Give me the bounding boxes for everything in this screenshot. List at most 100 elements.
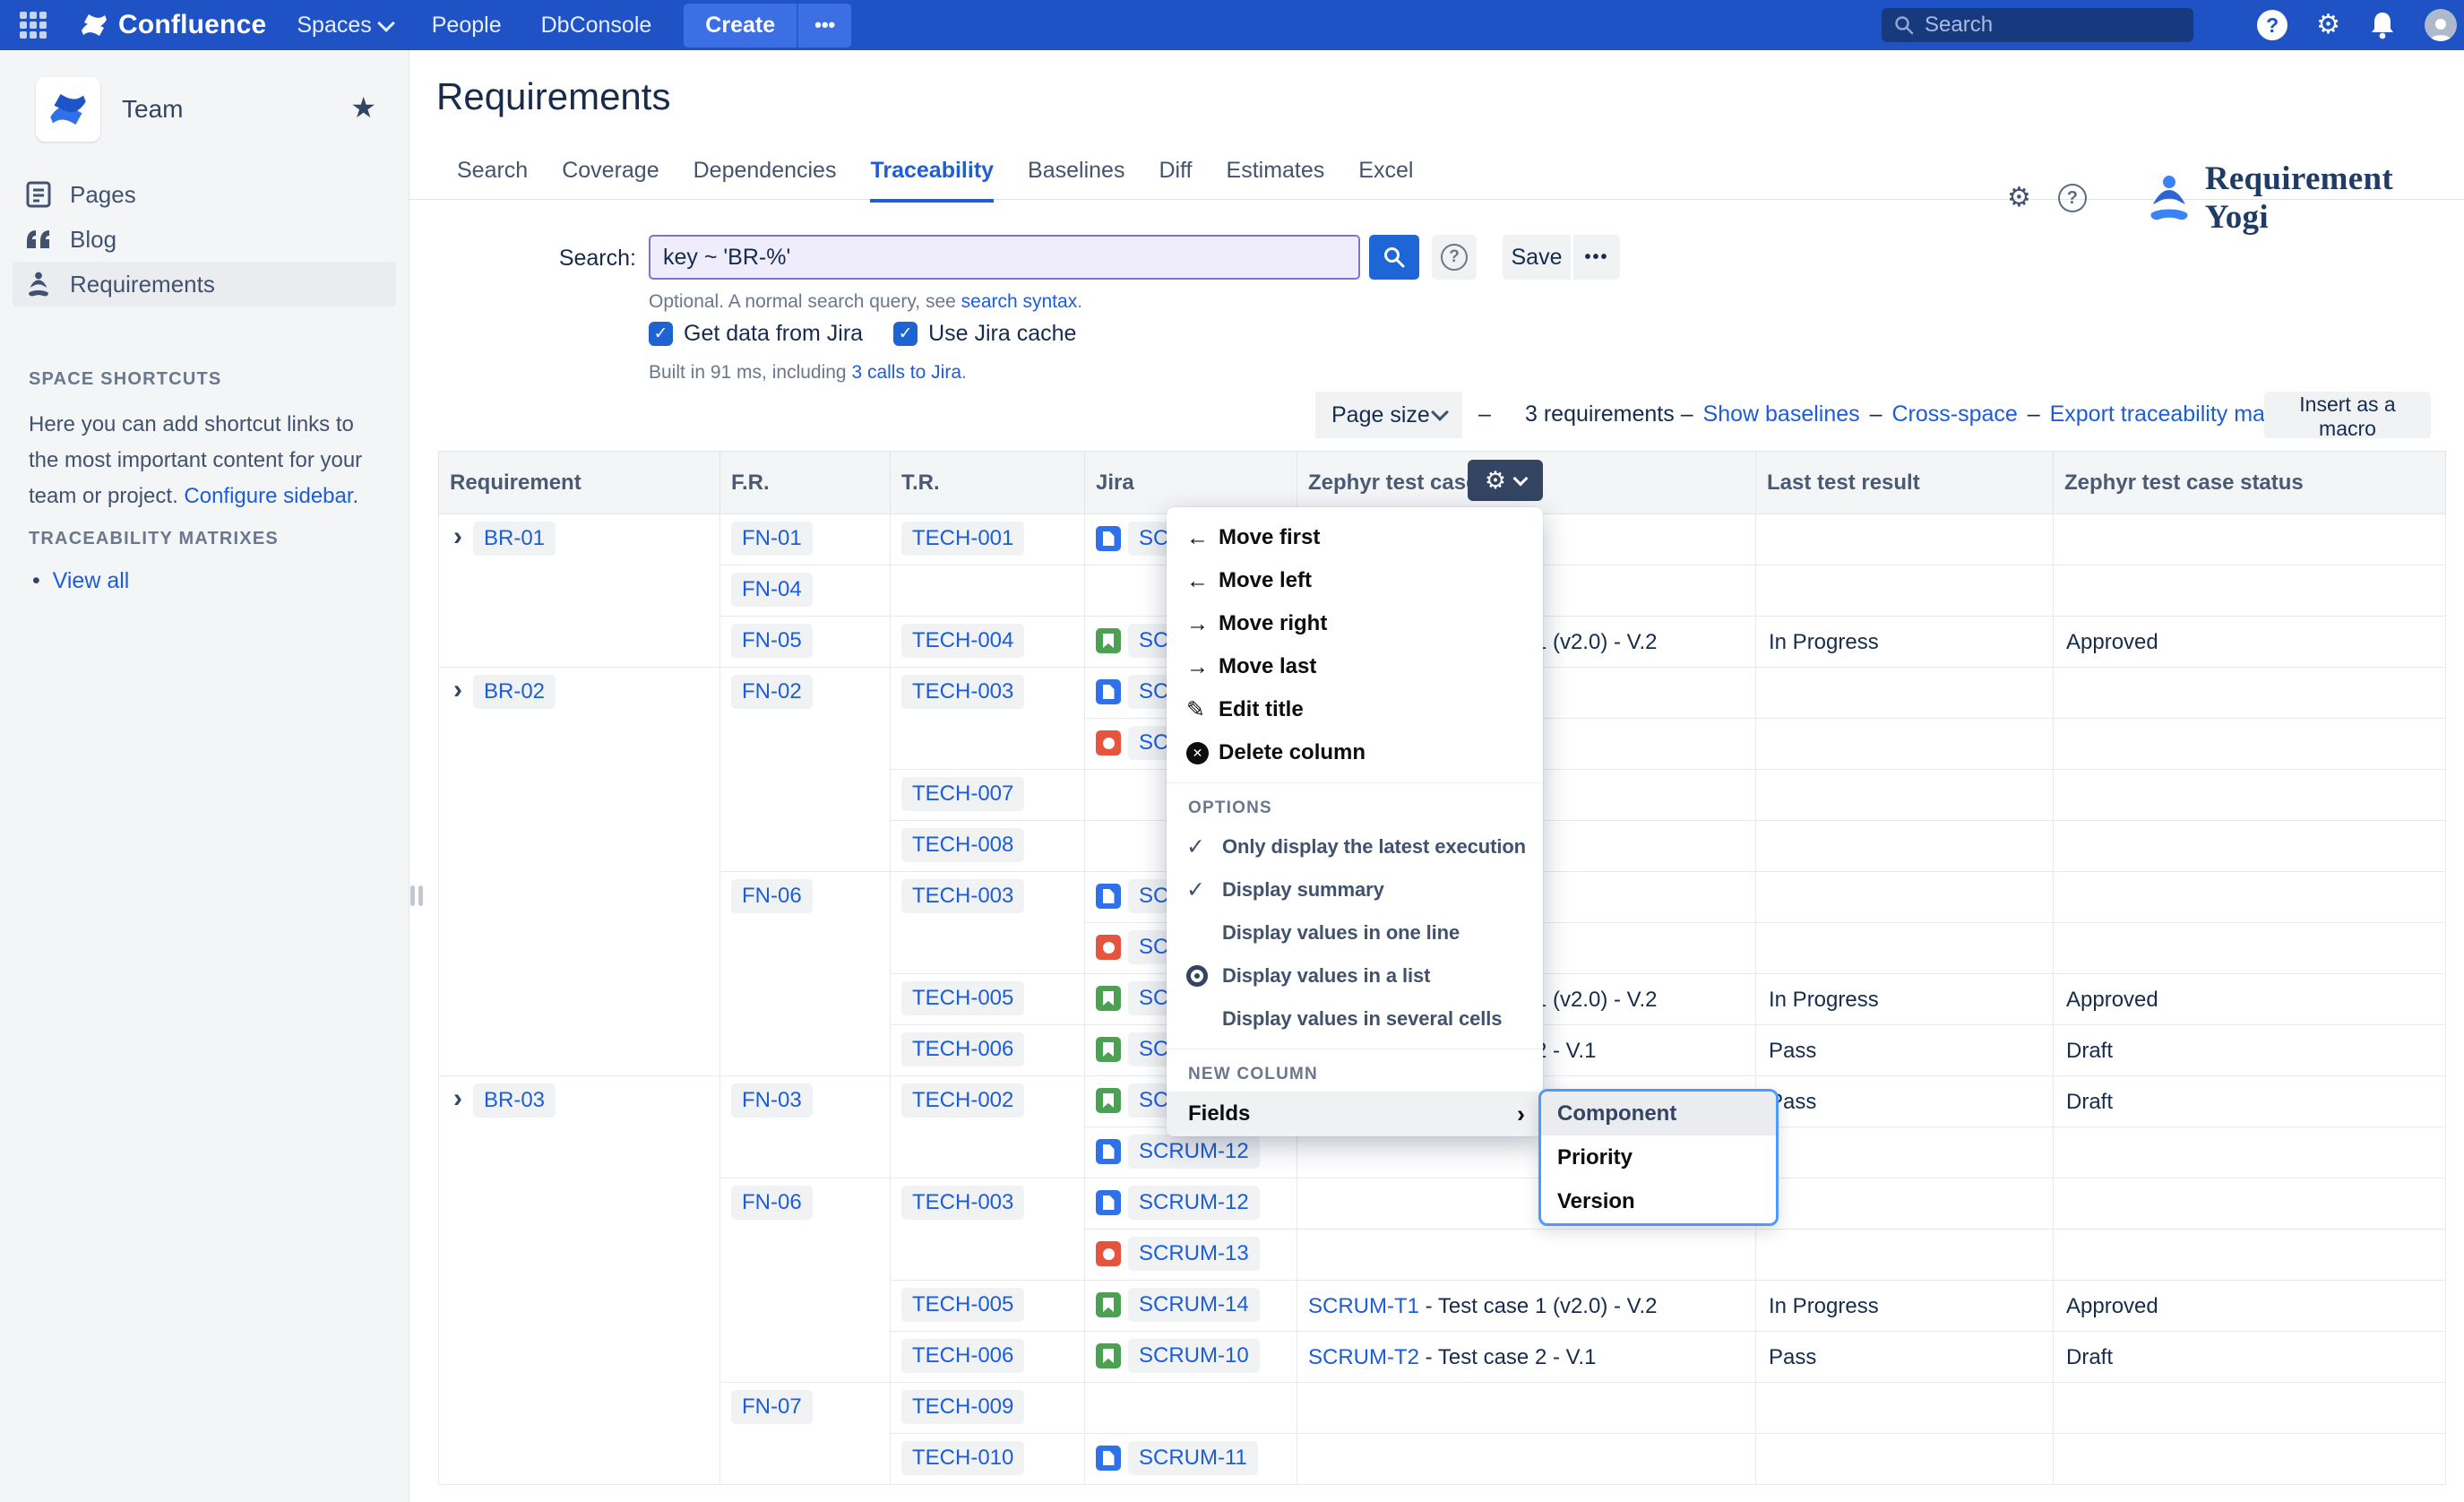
- zephyr-test-link[interactable]: SCRUM-T2: [1308, 1345, 1419, 1369]
- expand-row-icon[interactable]: ›: [453, 522, 462, 551]
- menu-option-display-summary[interactable]: ✓Display summary: [1167, 868, 1543, 911]
- help-icon[interactable]: ?: [2257, 10, 2287, 40]
- menu-item-edit-title[interactable]: ✎Edit title: [1167, 688, 1543, 731]
- functional-requirement-link[interactable]: FN-03: [731, 1083, 813, 1118]
- calls-to-jira-link[interactable]: 3 calls to Jira: [851, 362, 961, 383]
- technical-requirement-link[interactable]: TECH-003: [901, 879, 1024, 913]
- tab-search[interactable]: Search: [457, 158, 528, 203]
- expand-row-icon[interactable]: ›: [453, 676, 462, 704]
- requirement-link[interactable]: BR-03: [473, 1083, 556, 1118]
- sidebar-item-blog[interactable]: Blog: [13, 217, 396, 262]
- settings-gear-icon[interactable]: ⚙: [2007, 185, 2031, 211]
- tab-estimates[interactable]: Estimates: [1227, 158, 1325, 203]
- toolbar-link-export-traceability-matrix[interactable]: Export traceability matrix: [2050, 401, 2296, 427]
- technical-requirement-link[interactable]: TECH-002: [901, 1083, 1024, 1118]
- app-switcher-icon[interactable]: [20, 12, 47, 39]
- functional-requirement-link[interactable]: FN-06: [731, 1186, 813, 1220]
- checkbox-get-data-from-jira[interactable]: ✓Get data from Jira: [649, 321, 863, 347]
- column-menu-button[interactable]: ⚙: [1468, 460, 1543, 501]
- requirement-link[interactable]: BR-01: [473, 522, 556, 556]
- tab-traceability[interactable]: Traceability: [870, 158, 994, 203]
- insert-as-macro-button[interactable]: Insert as a macro: [2264, 392, 2431, 438]
- jira-issue-link[interactable]: SCRUM-12: [1128, 1186, 1260, 1220]
- jira-issue-link[interactable]: SCRUM-14: [1128, 1288, 1260, 1322]
- confluence-logo[interactable]: Confluence: [79, 10, 266, 40]
- requirement-yogi-logo[interactable]: Requirement Yogi: [2146, 160, 2464, 237]
- save-button[interactable]: Save: [1503, 235, 1571, 280]
- create-button[interactable]: Create: [684, 4, 797, 47]
- jira-issue-link[interactable]: SCRUM-12: [1128, 1135, 1260, 1169]
- jira-issue-link[interactable]: SCRUM-11: [1128, 1441, 1258, 1475]
- menu-item-move-right[interactable]: →Move right: [1167, 602, 1543, 645]
- technical-requirement-link[interactable]: TECH-003: [901, 1186, 1024, 1220]
- page-size-dropdown[interactable]: Page size: [1315, 392, 1462, 438]
- functional-requirement-link[interactable]: FN-02: [731, 675, 813, 709]
- more-options-button[interactable]: •••: [1573, 235, 1620, 280]
- technical-requirement-link[interactable]: TECH-001: [901, 522, 1024, 556]
- zephyr-test-link[interactable]: SCRUM-T1: [1308, 1294, 1419, 1318]
- sidebar-resize-handle[interactable]: [410, 885, 423, 906]
- technical-requirement-link[interactable]: TECH-005: [901, 1288, 1024, 1322]
- jira-issue-link[interactable]: SCRUM-10: [1128, 1339, 1260, 1373]
- tab-dependencies[interactable]: Dependencies: [694, 158, 837, 203]
- menu-item-delete-column[interactable]: ✕Delete column: [1167, 731, 1543, 774]
- user-avatar[interactable]: [2425, 9, 2457, 41]
- technical-requirement-link[interactable]: TECH-003: [901, 675, 1024, 709]
- create-more-button[interactable]: •••: [797, 4, 851, 47]
- functional-requirement-link[interactable]: FN-06: [731, 879, 813, 913]
- topbar-item-dbconsole[interactable]: DbConsole: [541, 13, 652, 39]
- toolbar-link-cross-space[interactable]: Cross-space: [1891, 401, 2017, 427]
- menu-option-only-display-the-latest-execution[interactable]: ✓Only display the latest execution: [1167, 825, 1543, 868]
- tab-baselines[interactable]: Baselines: [1028, 158, 1124, 203]
- menu-option-display-values-in-one-line[interactable]: Display values in one line: [1167, 911, 1543, 954]
- technical-requirement-link[interactable]: TECH-004: [901, 624, 1024, 658]
- checkbox-use-jira-cache[interactable]: ✓Use Jira cache: [893, 321, 1076, 347]
- global-search-input[interactable]: Search: [1882, 8, 2193, 42]
- space-logo[interactable]: [36, 77, 100, 142]
- menu-item-move-first[interactable]: ←Move first: [1167, 516, 1543, 559]
- requirements-search-input[interactable]: [649, 235, 1360, 280]
- jira-issue-link[interactable]: SCRUM-13: [1128, 1237, 1260, 1271]
- menu-item-move-last[interactable]: →Move last: [1167, 645, 1543, 688]
- technical-requirement-link[interactable]: TECH-009: [901, 1390, 1024, 1424]
- technical-requirement-link[interactable]: TECH-006: [901, 1032, 1024, 1066]
- topbar-item-people[interactable]: People: [432, 13, 502, 39]
- yogi-help-icon[interactable]: ?: [2058, 184, 2087, 212]
- menu-option-display-values-in-several-cells[interactable]: Display values in several cells: [1167, 997, 1543, 1040]
- submenu-item-priority[interactable]: Priority: [1541, 1135, 1776, 1179]
- view-all-link[interactable]: View all: [53, 568, 130, 593]
- configure-sidebar-link[interactable]: Configure sidebar: [184, 484, 352, 508]
- table-cell: Draft: [2054, 1025, 2446, 1076]
- technical-requirement-link[interactable]: TECH-010: [901, 1441, 1024, 1475]
- menu-item-fields[interactable]: Fields›: [1167, 1092, 1543, 1136]
- tab-excel[interactable]: Excel: [1358, 158, 1413, 203]
- technical-requirement-link[interactable]: TECH-006: [901, 1339, 1024, 1373]
- menu-option-display-values-in-a-list[interactable]: Display values in a list: [1167, 954, 1543, 997]
- run-search-button[interactable]: [1369, 235, 1419, 280]
- functional-requirement-link[interactable]: FN-05: [731, 624, 813, 658]
- requirement-link[interactable]: BR-02: [473, 675, 556, 709]
- menu-item-move-left[interactable]: ←Move left: [1167, 559, 1543, 602]
- submenu-item-component[interactable]: Component: [1541, 1092, 1776, 1135]
- sidebar-item-requirements[interactable]: Requirements: [13, 262, 396, 306]
- functional-requirement-link[interactable]: FN-01: [731, 522, 813, 556]
- submenu-item-version[interactable]: Version: [1541, 1179, 1776, 1223]
- gear-icon[interactable]: ⚙: [2316, 12, 2340, 39]
- tab-diff[interactable]: Diff: [1159, 158, 1192, 203]
- tab-coverage[interactable]: Coverage: [562, 158, 659, 203]
- technical-requirement-link[interactable]: TECH-007: [901, 777, 1024, 811]
- toolbar-link-show-baselines[interactable]: Show baselines: [1703, 401, 1860, 427]
- search-syntax-link[interactable]: search syntax: [961, 291, 1078, 312]
- sidebar-item-pages[interactable]: Pages: [13, 172, 396, 217]
- topbar-item-spaces[interactable]: Spaces: [297, 13, 392, 39]
- expand-row-icon[interactable]: ›: [453, 1084, 462, 1113]
- favorite-star-icon[interactable]: ★: [350, 93, 376, 122]
- technical-requirement-link[interactable]: TECH-008: [901, 828, 1024, 862]
- column-header-t-r-: T.R.: [891, 452, 1085, 514]
- functional-requirement-link[interactable]: FN-07: [731, 1390, 813, 1424]
- technical-requirement-link[interactable]: TECH-005: [901, 981, 1024, 1015]
- menu-option-label: Display values in one line: [1222, 921, 1460, 945]
- functional-requirement-link[interactable]: FN-04: [731, 573, 813, 607]
- search-help-button[interactable]: ?: [1432, 235, 1477, 280]
- notifications-bell-icon[interactable]: [2369, 11, 2396, 39]
